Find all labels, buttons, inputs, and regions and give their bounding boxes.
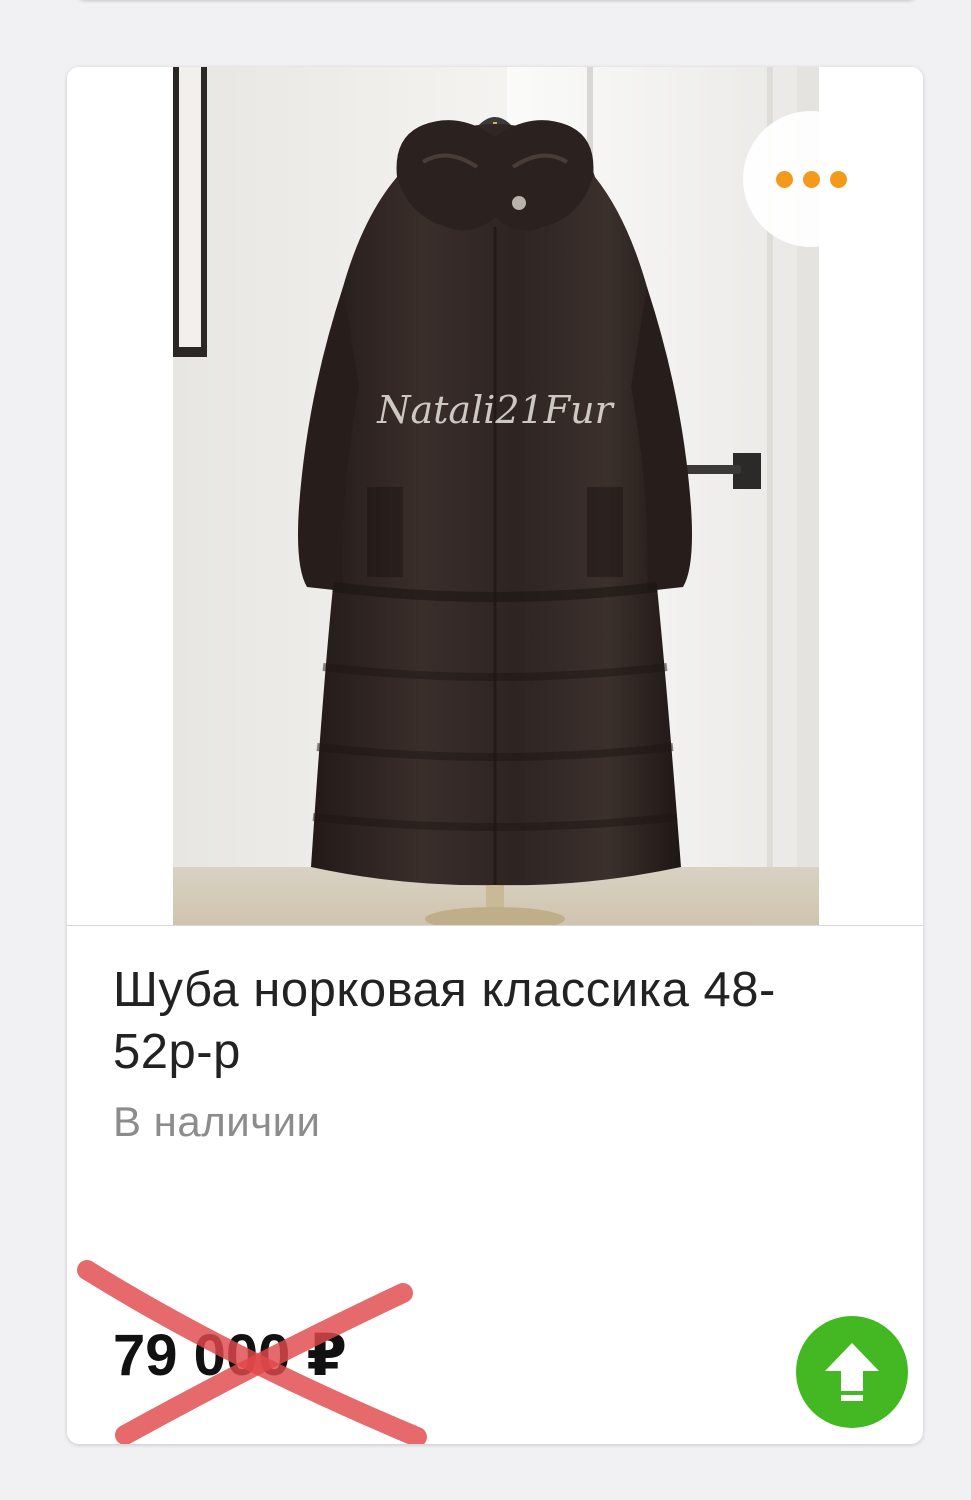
listing-price: 79 000 ₽ (113, 1323, 347, 1388)
arrow-up-icon (825, 1343, 879, 1401)
watermark-text: Natali21Fur (376, 388, 615, 432)
raise-listing-button[interactable] (796, 1316, 908, 1428)
listing-title[interactable]: Шуба норковая классика 48-52р-р (113, 959, 873, 1083)
more-dots-icon (775, 170, 793, 188)
availability-status: В наличии (113, 1098, 321, 1145)
listing-card[interactable]: Natali21Fur Шуба норковая классика 48-52… (67, 67, 923, 1444)
more-dots-icon (829, 170, 847, 188)
more-dots-icon (802, 170, 820, 188)
more-options-button[interactable] (743, 111, 879, 247)
